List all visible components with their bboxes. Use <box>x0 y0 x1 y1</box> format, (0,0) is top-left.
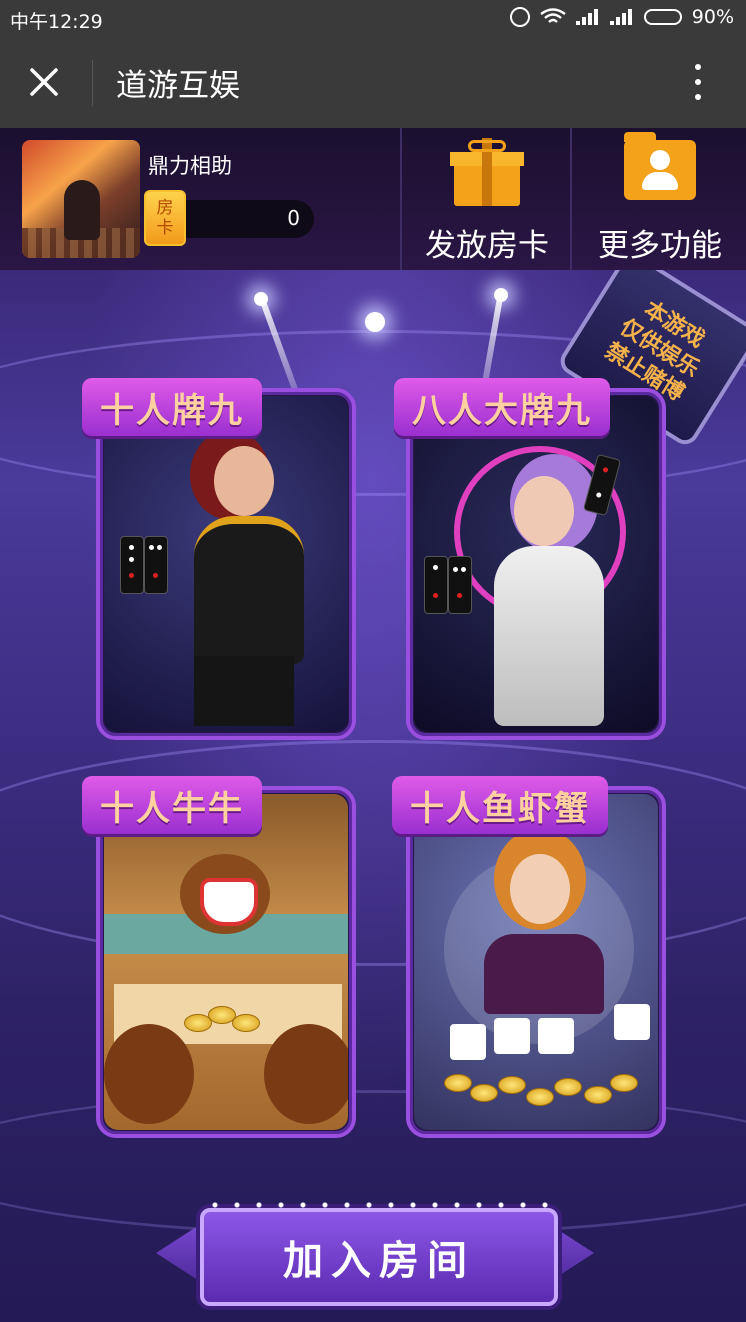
join-room-button[interactable]: 加入房间 <box>200 1202 558 1306</box>
join-button-lights <box>204 1202 554 1208</box>
game-title: 十人牌九 <box>82 378 262 436</box>
game-title: 八人大牌九 <box>394 378 610 436</box>
game-card-pai-jiu-8[interactable] <box>406 388 666 740</box>
signal-icon <box>575 9 600 25</box>
game-title: 十人鱼虾蟹 <box>392 776 608 834</box>
more-functions-button[interactable]: 更多功能 <box>570 128 746 270</box>
avatar[interactable] <box>22 140 140 258</box>
signal-icon <box>609 9 634 25</box>
game-header: 鼎力相助 0 房 卡 发放房卡 更多功能 <box>0 128 746 272</box>
game-card-pai-jiu-10[interactable] <box>96 388 356 740</box>
room-card-count: 0 <box>287 206 300 230</box>
status-time: 中午12:29 <box>10 11 103 33</box>
close-icon[interactable] <box>20 58 68 106</box>
game-art <box>414 794 658 1130</box>
title-divider <box>92 60 93 106</box>
issue-room-card-label: 发放房卡 <box>425 228 549 264</box>
game-lobby: 本游戏 仅供娱乐 禁止赌博 十人牌九 八人大牌九 十人牛牛 十人鱼虾蟹 <box>0 270 746 1322</box>
alarm-icon <box>509 7 530 27</box>
room-card-icon-top: 房 <box>156 198 174 218</box>
game-art <box>104 794 348 1130</box>
join-room-label: 加入房间 <box>283 1237 475 1284</box>
game-art <box>104 396 348 732</box>
spotlight <box>365 312 385 332</box>
title-bar: 道游互娱 <box>0 36 746 128</box>
room-card-counter: 0 <box>164 200 314 238</box>
gift-icon <box>450 138 524 208</box>
more-vertical-icon[interactable] <box>688 62 708 102</box>
battery-icon <box>643 9 682 25</box>
issue-room-card-button[interactable]: 发放房卡 <box>400 128 572 270</box>
game-card-niu-niu-10[interactable] <box>96 786 356 1138</box>
battery-percent: 90% <box>691 6 734 28</box>
game-card-fish-shrimp-crab[interactable] <box>406 786 666 1138</box>
more-functions-label: 更多功能 <box>598 228 722 264</box>
room-card-icon: 房 卡 <box>144 190 186 246</box>
wifi-icon <box>540 8 566 23</box>
room-card-icon-bottom: 卡 <box>156 218 174 238</box>
user-folder-icon <box>624 132 696 200</box>
game-title: 十人牛牛 <box>82 776 262 834</box>
username: 鼎力相助 <box>148 154 232 178</box>
page-title: 道游互娱 <box>116 68 240 104</box>
status-bar: 中午12:29 90% <box>0 0 746 36</box>
game-art <box>414 396 658 732</box>
